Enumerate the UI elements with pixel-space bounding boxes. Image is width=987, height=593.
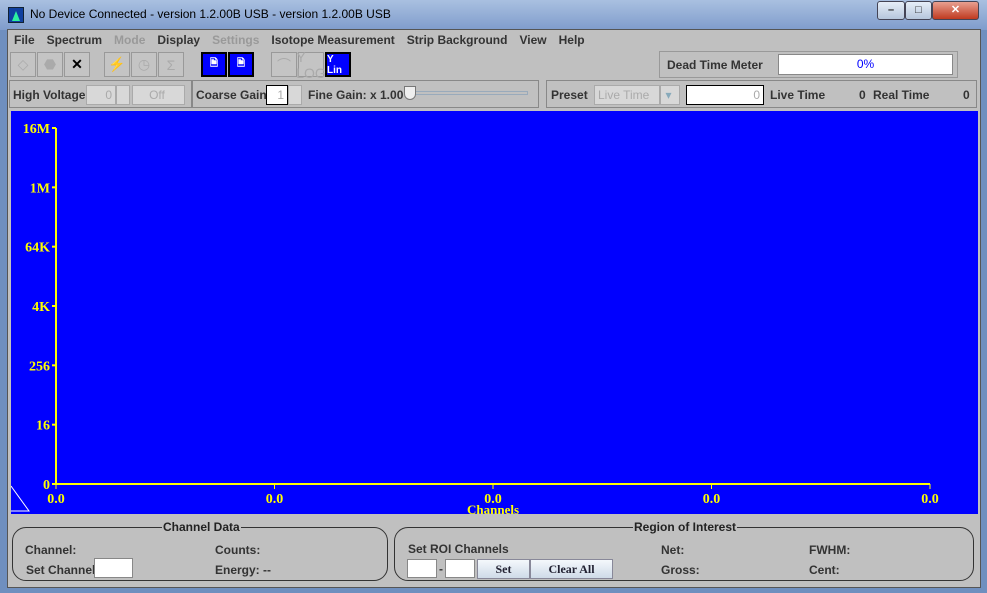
fine-gain-slider-track[interactable] — [408, 91, 528, 95]
energy-label: Energy: -- — [215, 563, 272, 577]
close-icon[interactable]: ✕ — [64, 52, 90, 77]
close-window-button[interactable]: ✕ — [932, 1, 979, 20]
peak-icon[interactable]: ⌒ — [271, 52, 297, 77]
live-time-label: Live Time — [770, 88, 826, 102]
document-icon[interactable]: 🗎 — [201, 52, 227, 77]
y-tick-label: 1M — [30, 181, 50, 196]
set-roi-label: Set ROI Channels — [408, 542, 509, 556]
live-time-value: 0 — [859, 88, 866, 102]
y-tick-label: 0 — [43, 478, 50, 493]
coarse-gain-spinner[interactable] — [288, 85, 302, 105]
real-time-label: Real Time — [873, 88, 930, 102]
main-window: File Spectrum Mode Display Settings Isotope M… — [7, 29, 981, 588]
y-tick-label: 16 — [36, 419, 50, 434]
high-voltage-panel: High Voltage 0 Off — [9, 80, 192, 108]
coarse-gain-input[interactable]: 1 — [266, 85, 288, 105]
roi-group: Region of Interest Set ROI Channels - Se… — [394, 520, 974, 581]
dead-time-meter: Dead Time Meter 0% — [659, 51, 958, 78]
high-voltage-input[interactable]: 0 — [86, 85, 116, 105]
y-log-icon[interactable]: Y LOG — [296, 49, 326, 81]
clock-icon[interactable]: ◷ — [131, 52, 157, 77]
x-tick-label: 0.0 — [47, 492, 65, 507]
roi-title: Region of Interest — [633, 520, 738, 534]
channel-data-group: Channel Data Channel: Counts: Set Channe… — [12, 520, 388, 581]
coarse-gain-label: Coarse Gain — [196, 88, 267, 102]
x-tick-label: 0.0 — [921, 492, 939, 507]
high-voltage-label: High Voltage — [13, 88, 86, 102]
menu-bar: File Spectrum Mode Display Settings Isotope M… — [8, 30, 980, 50]
gain-panel: Coarse Gain 1 Fine Gain: x 1.00 — [192, 80, 539, 108]
x-tick-label: 0.0 — [266, 492, 284, 507]
lightning-icon[interactable]: ⚡ — [104, 52, 130, 77]
menu-help[interactable]: Help — [553, 30, 591, 50]
spectrum-chart: 16M1M64K4K2561600.0 0.0 0.0 0.0 0.0Channels — [11, 122, 939, 514]
menu-view[interactable]: View — [513, 30, 552, 50]
y-tick-label: 16M — [23, 122, 50, 137]
high-voltage-toggle[interactable]: Off — [132, 85, 185, 105]
set-channel-label: Set Channel — [26, 563, 96, 577]
preset-select[interactable]: Live Time — [594, 85, 660, 105]
window-title: No Device Connected - version 1.2.00B US… — [30, 7, 391, 21]
x-axis-label: Channels — [467, 502, 519, 514]
document-dfl-icon[interactable]: 🗎 — [228, 52, 254, 77]
menu-isotope-measurement[interactable]: Isotope Measurement — [265, 30, 400, 50]
counts-label: Counts: — [215, 543, 261, 557]
fine-gain-label: Fine Gain: x 1.00 — [308, 88, 404, 102]
set-roi-button[interactable]: Set — [477, 559, 530, 579]
maximize-button[interactable]: □ — [905, 1, 932, 20]
y-tick-label: 64K — [25, 241, 50, 256]
roi-to-input[interactable] — [445, 559, 475, 578]
menu-settings[interactable]: Settings — [206, 30, 265, 50]
y-lin-icon[interactable]: Y Lin — [325, 52, 351, 77]
menu-display[interactable]: Display — [151, 30, 206, 50]
fwhm-label: FWHM: — [809, 543, 851, 557]
resize-corner-icon — [11, 485, 30, 512]
diamond-icon[interactable]: ◇ — [10, 52, 36, 77]
spectrum-plot[interactable]: 16M 1M 64K 4K 256 16 0 0.0 0.0 0.0 0.0 0.0 Channels — [11, 111, 978, 514]
roi-dash: - — [439, 562, 443, 576]
high-voltage-spinner[interactable] — [116, 85, 130, 105]
preset-input[interactable]: 0 — [686, 85, 764, 105]
roi-from-input[interactable] — [407, 559, 437, 578]
menu-file[interactable]: File — [8, 30, 41, 50]
y-tick-label: 256 — [29, 359, 50, 374]
octagon-icon[interactable]: ⬣ — [37, 52, 63, 77]
clear-all-button[interactable]: Clear All — [530, 559, 613, 579]
x-tick-label: 0.0 — [703, 492, 721, 507]
preset-panel: Preset Live Time ▾ 0 Live Time 0 Real Ti… — [546, 80, 977, 108]
menu-strip-background[interactable]: Strip Background — [401, 30, 514, 50]
app-icon — [8, 7, 24, 23]
sigma-icon[interactable]: Σ — [158, 52, 184, 77]
real-time-value: 0 — [963, 88, 970, 102]
preset-label: Preset — [551, 88, 588, 102]
net-label: Net: — [661, 543, 685, 557]
gross-label: Gross: — [661, 563, 700, 577]
chevron-down-icon[interactable]: ▾ — [660, 85, 680, 105]
title-bar: No Device Connected - version 1.2.00B US… — [0, 0, 987, 30]
menu-mode[interactable]: Mode — [108, 30, 151, 50]
dead-time-bar: 0% — [778, 54, 953, 75]
minimize-button[interactable]: – — [877, 1, 905, 20]
channel-label: Channel: — [25, 543, 77, 557]
menu-spectrum[interactable]: Spectrum — [41, 30, 108, 50]
fine-gain-slider-thumb[interactable] — [404, 86, 416, 100]
channel-data-title: Channel Data — [162, 520, 241, 534]
cent-label: Cent: — [809, 563, 840, 577]
y-tick-label: 4K — [32, 300, 50, 315]
dead-time-label: Dead Time Meter — [667, 58, 763, 72]
set-channel-input[interactable] — [94, 558, 133, 578]
